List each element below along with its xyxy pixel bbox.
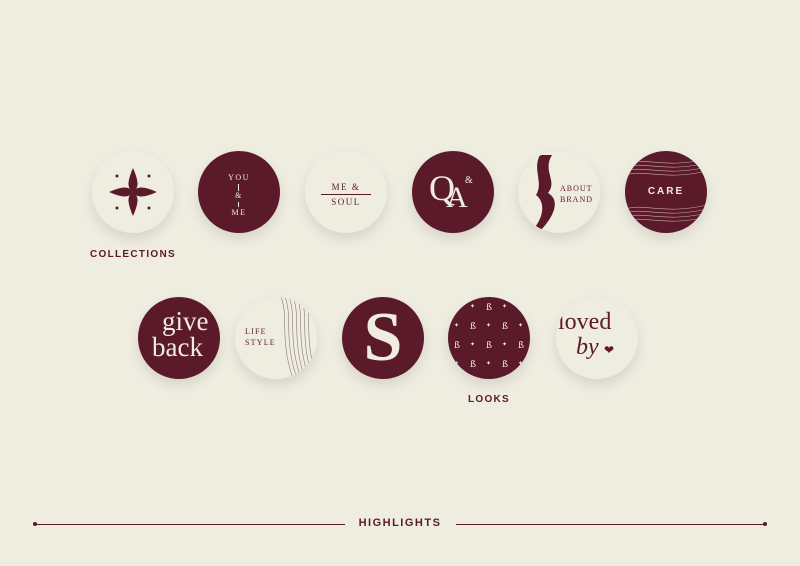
star-icon: ✦ bbox=[518, 360, 524, 367]
by-label: by bbox=[576, 334, 599, 360]
footer-line-left bbox=[36, 524, 345, 525]
highlight-qa[interactable]: Q A & bbox=[412, 151, 494, 233]
star-icon: ✦ bbox=[454, 322, 460, 329]
amp-label: & bbox=[465, 175, 473, 186]
me-label: ME bbox=[231, 208, 247, 217]
me-label: ME & bbox=[331, 182, 361, 192]
highlight-looks[interactable]: ß ✦ ß ✦ ß ✦ ß ✦ ß ✦ ß ✦ ß ✦ ß ✦ ß ✦ ß ✦ bbox=[448, 297, 530, 379]
monogram-glyph: ß bbox=[470, 322, 477, 332]
brand-label: BRAND bbox=[560, 195, 594, 204]
star-icon: ✦ bbox=[470, 303, 476, 310]
footer-dot-right bbox=[763, 522, 767, 526]
footer-line-right bbox=[456, 524, 765, 525]
highlight-s-logo[interactable]: S bbox=[342, 297, 424, 379]
highlight-loved-by[interactable]: loved by ❤ bbox=[556, 297, 638, 379]
star-icon: ✦ bbox=[486, 322, 492, 329]
monogram-glyph: ß bbox=[518, 303, 525, 313]
care-label: CARE bbox=[647, 186, 685, 197]
back-label: back bbox=[152, 332, 203, 362]
monogram-glyph: ß bbox=[518, 341, 525, 351]
divider bbox=[238, 184, 239, 191]
footer-title: HIGHLIGHTS bbox=[358, 517, 442, 529]
give-label: give bbox=[162, 306, 209, 336]
monogram-glyph: ß bbox=[454, 341, 461, 351]
flower-icon bbox=[109, 168, 157, 216]
amp-label: & bbox=[235, 191, 243, 200]
heart-icon: ❤ bbox=[604, 343, 615, 357]
highlight-you-me[interactable]: YOU & ME bbox=[198, 151, 280, 233]
highlight-me-soul[interactable]: ME & SOUL bbox=[305, 151, 387, 233]
looks-caption: LOOKS bbox=[467, 394, 511, 405]
a-letter: A bbox=[446, 181, 468, 214]
collections-caption: COLLECTIONS bbox=[90, 249, 176, 260]
monogram-glyph: ß bbox=[470, 360, 477, 370]
s-letter: S bbox=[363, 299, 403, 376]
highlight-about-brand[interactable]: ABOUT BRAND bbox=[518, 151, 600, 233]
monogram-glyph: ß bbox=[486, 303, 493, 313]
highlight-life-style[interactable]: LIFE STYLE bbox=[235, 297, 317, 379]
highlight-collections[interactable] bbox=[92, 151, 174, 233]
monogram-glyph: ß bbox=[502, 322, 509, 332]
loved-label: loved bbox=[558, 309, 612, 335]
about-label: ABOUT bbox=[560, 184, 593, 193]
monogram-glyph: ß bbox=[454, 303, 461, 313]
highlight-care[interactable]: CARE bbox=[625, 151, 707, 233]
monogram-glyph: ß bbox=[486, 341, 493, 351]
star-icon: ✦ bbox=[502, 303, 508, 310]
life-label: LIFE bbox=[245, 327, 267, 336]
highlight-give-back[interactable]: give back bbox=[138, 297, 220, 379]
star-icon: ✦ bbox=[454, 360, 460, 367]
soul-label: SOUL bbox=[331, 197, 361, 207]
monogram-glyph: ß bbox=[502, 360, 509, 370]
star-icon: ✦ bbox=[518, 322, 524, 329]
you-label: YOU bbox=[228, 173, 250, 182]
monogram-pattern: ß ✦ ß ✦ ß ✦ ß ✦ ß ✦ ß ✦ ß ✦ ß ✦ ß ✦ ß ✦ bbox=[448, 297, 530, 379]
divider bbox=[321, 194, 371, 195]
star-icon: ✦ bbox=[486, 360, 492, 367]
star-icon: ✦ bbox=[502, 341, 508, 348]
divider bbox=[238, 202, 239, 207]
style-label: STYLE bbox=[245, 338, 276, 347]
star-icon: ✦ bbox=[470, 341, 476, 348]
